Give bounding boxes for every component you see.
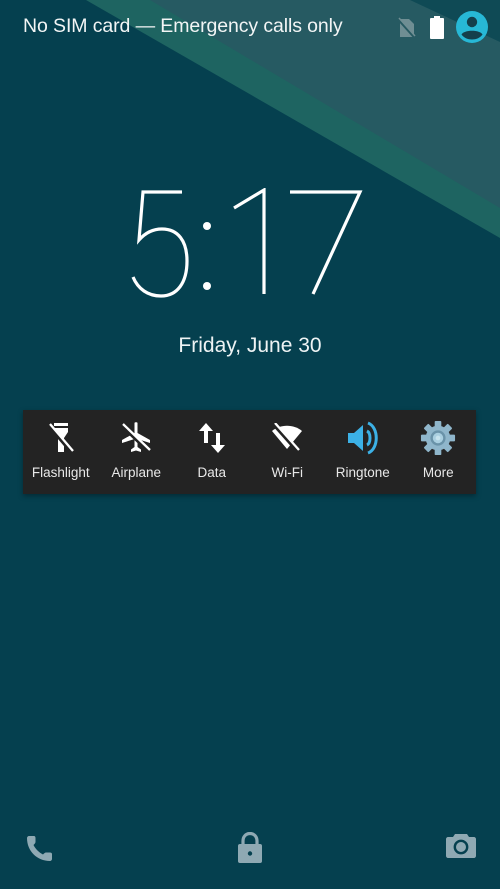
date-label: Friday, June 30	[178, 334, 322, 357]
quick-settings-panel: Flashlight Airplane Data Wi-Fi Ringtone …	[23, 410, 476, 494]
data-arrows-icon	[198, 423, 225, 453]
camera-icon[interactable]	[445, 832, 477, 860]
airplane-off-icon	[120, 422, 152, 453]
status-bar: No SIM card — Emergency calls only	[0, 0, 500, 56]
tile-label: More	[422, 465, 454, 480]
tile-airplane[interactable]: Airplane	[99, 410, 175, 494]
phone-icon[interactable]	[24, 834, 54, 864]
tile-data[interactable]: Data	[174, 410, 250, 494]
speaker-icon	[347, 421, 378, 455]
tile-flashlight[interactable]: Flashlight	[23, 410, 99, 494]
lock-icon	[238, 832, 262, 863]
flashlight-off-icon	[47, 423, 74, 454]
gear-icon	[421, 420, 456, 456]
user-avatar-icon[interactable]	[456, 11, 488, 43]
bottom-affordances	[0, 820, 500, 880]
tile-more[interactable]: More	[401, 410, 477, 494]
tile-label: Ringtone	[335, 465, 390, 480]
clock-digit-7	[290, 190, 363, 295]
tile-label: Wi-Fi	[271, 465, 303, 480]
tile-wifi[interactable]: Wi-Fi	[250, 410, 326, 494]
clock	[0, 188, 500, 308]
wifi-off-icon	[272, 423, 303, 453]
clock-colon-bottom	[203, 282, 211, 290]
tile-ringtone[interactable]: Ringtone	[325, 410, 401, 494]
battery-icon	[430, 16, 444, 39]
tile-label: Flashlight	[31, 465, 90, 480]
tile-label: Airplane	[111, 465, 162, 480]
no-sim-icon	[397, 17, 416, 39]
clock-colon-top	[203, 222, 211, 230]
tile-label: Data	[197, 465, 227, 480]
clock-digit-1	[233, 188, 266, 294]
clock-digit-5	[131, 190, 189, 298]
carrier-text: No SIM card — Emergency calls only	[23, 15, 343, 37]
clock-display	[131, 188, 363, 298]
